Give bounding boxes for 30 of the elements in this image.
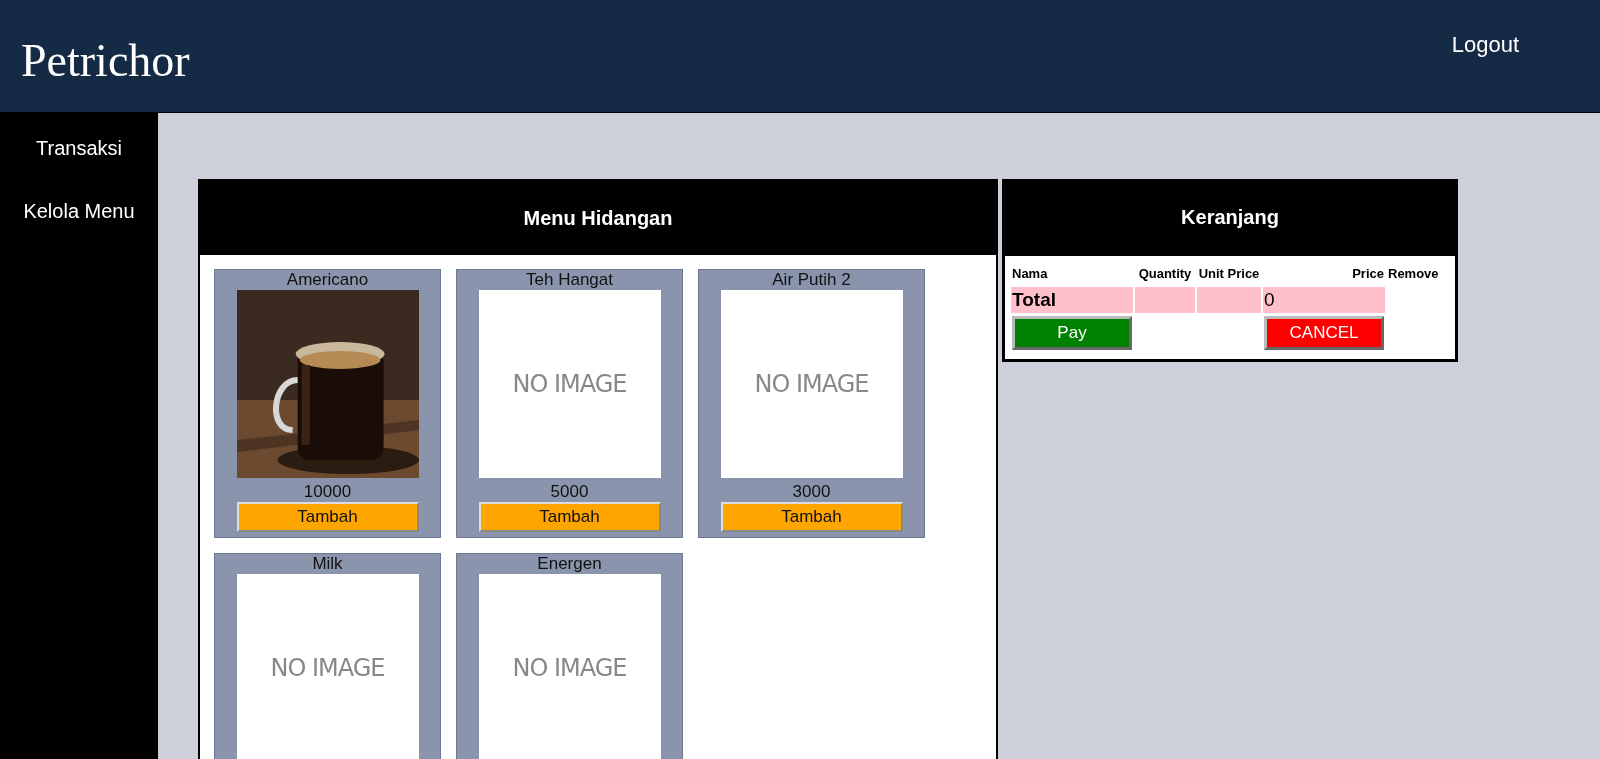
placeholder-text: NO IMAGE [754,370,869,398]
add-button[interactable]: Tambah [236,502,419,532]
placeholder-text: NO IMAGE [512,370,627,398]
column-header: Price [1351,265,1385,283]
column-header: Nama [1011,265,1049,283]
logout-link[interactable]: Logout [1451,32,1519,58]
item-name: Americano [286,270,369,290]
item-name: Teh Hangat [526,270,613,290]
item-name: Milk [312,554,343,574]
item-price: 5000 [550,482,589,502]
cancel-button[interactable]: CANCEL [1264,316,1384,350]
placeholder-text: NO IMAGE [512,654,627,682]
add-button[interactable]: Tambah [720,502,903,532]
placeholder-text: NO IMAGE [270,654,385,682]
sidebar-item[interactable]: Kelola Menu [23,200,135,223]
column-header: Unit Price [1197,265,1261,283]
item-name: Energen [537,554,602,574]
total-label: Total [1011,287,1133,313]
column-header: Remove [1387,265,1440,283]
item-price: 3000 [792,482,831,502]
item-name: Air Putih 2 [772,270,851,290]
item-price: 10000 [303,482,352,502]
brand-title: Petrichor [21,34,190,87]
total-value: 0 [1263,287,1385,313]
add-button[interactable]: Tambah [478,502,661,532]
panel-title: Menu Hidangan [200,181,996,255]
column-header: Quantity [1137,265,1193,283]
sidebar-item[interactable]: Transaksi [36,137,122,160]
panel-title: Keranjang [1005,182,1455,256]
pay-button[interactable]: Pay [1012,316,1132,350]
